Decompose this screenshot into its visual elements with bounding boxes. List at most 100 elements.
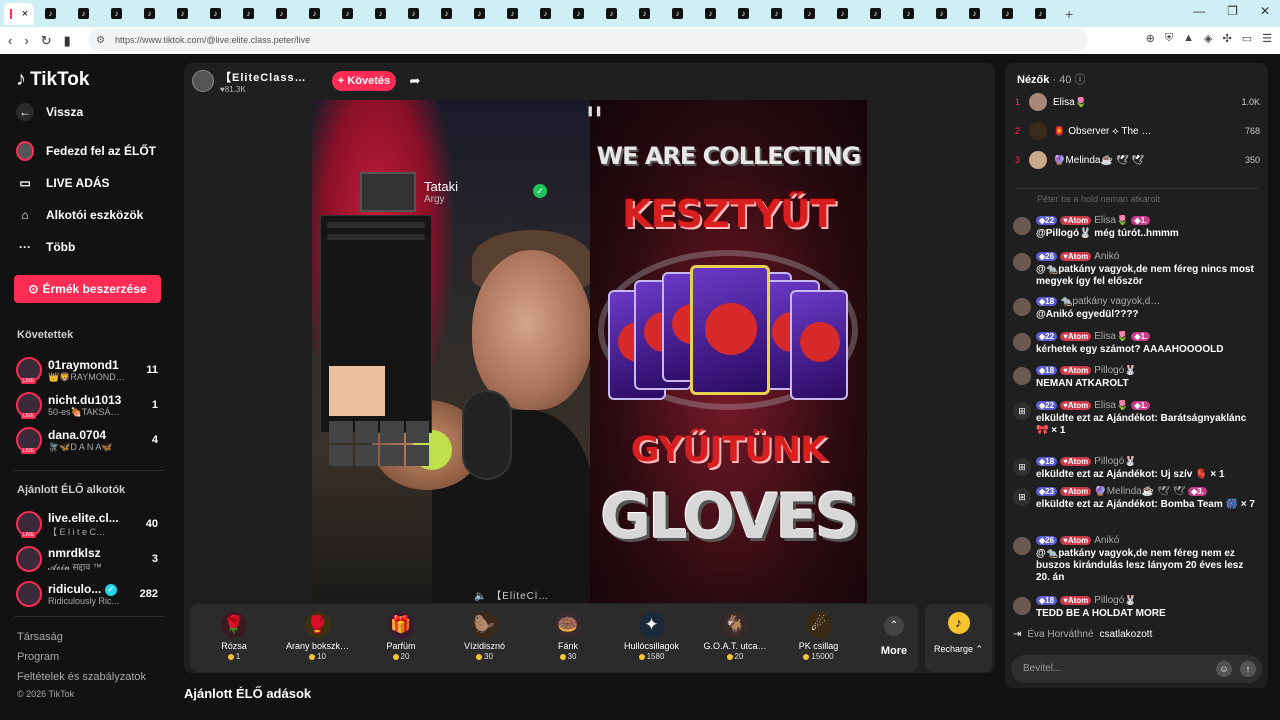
gift-item[interactable]: 🌹 Rózsa 1: [194, 612, 274, 668]
footer-link-terms[interactable]: Feltételek és szabályzatok: [17, 671, 146, 683]
suggested-account[interactable]: nmrdklsz 𝓐𝓸𝓲𝓷 सद्दाव ™ 3: [16, 543, 166, 575]
gift-item[interactable]: 🎁 Parfüm 20: [361, 612, 441, 668]
browser-tab[interactable]: ♪: [397, 3, 430, 25]
browser-tab[interactable]: ♪: [628, 3, 661, 25]
shield-icon[interactable]: ⛨: [1165, 32, 1173, 45]
chat-message[interactable]: ◆18 ♥Atom Pillogó🐰 TEDD BE A HOLDAT MORE: [1013, 595, 1258, 620]
footer-link-company[interactable]: Társaság: [17, 631, 63, 643]
mute-icon[interactable]: 🔈: [474, 591, 487, 602]
gift-item[interactable]: 🐐 G.O.A.T. utca… 20: [695, 612, 775, 668]
gift-item[interactable]: ✦ Hullócsillagok 1580: [612, 612, 692, 668]
chat-username[interactable]: Pillogó🐰: [1094, 595, 1136, 606]
recharge-button[interactable]: ♪ Recharge ⌃: [925, 604, 992, 672]
chat-username[interactable]: Pillogó🐰: [1094, 365, 1136, 376]
browser-tab[interactable]: ♪: [232, 3, 265, 25]
close-icon[interactable]: ×: [22, 8, 28, 20]
suggested-account[interactable]: LIVE live.elite.cl... 【 E l i t e C… 40: [16, 508, 166, 540]
browser-tab[interactable]: ♪: [1024, 3, 1057, 25]
get-coins-button[interactable]: ⊙ Érmék beszerzése: [14, 275, 161, 303]
followed-account[interactable]: LIVE nicht.du1013 50-es🍖TAKSÁ… 1: [16, 389, 166, 421]
browser-tab[interactable]: ♪: [529, 3, 562, 25]
browser-tab[interactable]: ♪: [496, 3, 529, 25]
share-icon[interactable]: ➦: [404, 71, 426, 91]
chat-message[interactable]: ◆18 ♥Atom Pillogó🐰 NEMAN ATKAROLT: [1013, 365, 1258, 390]
browser-tab[interactable]: ♪: [166, 3, 199, 25]
browser-tab[interactable]: ♪: [826, 3, 859, 25]
chat-message[interactable]: ◆18 🐀patkány vagyok,d… @Anikó egyedül????: [1013, 296, 1258, 321]
gift-item[interactable]: 🍩 Fánk 30: [528, 612, 608, 668]
chat-message[interactable]: ◆22 ♥Atom Elisa🌷 ◆1. @Pillogó🐰 még túrót..hm…: [1013, 215, 1258, 240]
site-settings-icon[interactable]: ⚙: [96, 35, 105, 46]
chat-username[interactable]: Pillogó🐰: [1094, 456, 1136, 467]
chat-username[interactable]: 🐀patkány vagyok,d…: [1060, 296, 1160, 307]
chat-message[interactable]: ⊞ ◆18 ♥Atom Pillogó🐰 elküldte ezt az Ajándék…: [1013, 456, 1258, 481]
follow-button[interactable]: + Követés: [332, 71, 396, 91]
bookmark-icon[interactable]: ▮: [64, 33, 71, 49]
footer-link-program[interactable]: Program: [17, 651, 59, 663]
send-icon[interactable]: ↑: [1240, 661, 1256, 677]
suggested-account[interactable]: ridiculo... ✓ Ridiculously Ric... 282: [16, 578, 166, 610]
browser-tab[interactable]: ♪: [727, 3, 760, 25]
followed-account[interactable]: LIVE dana.0704 🪰🦋D A N A🦋 4: [16, 424, 166, 456]
gift-item[interactable]: ☄ PK csillag 15000: [779, 612, 859, 668]
forward-arrow-icon[interactable]: ›: [24, 33, 28, 49]
puzzle-icon[interactable]: ✣: [1223, 32, 1232, 45]
back-link[interactable]: ← Vissza: [16, 103, 83, 121]
chat-username[interactable]: Elisa🌷: [1094, 331, 1128, 342]
browser-tab[interactable]: ♪: [34, 3, 67, 25]
chat-message[interactable]: ◆22 ♥Atom Elisa🌷 ◆1. kérhetek egy számot? AA…: [1013, 331, 1258, 356]
zoom-icon[interactable]: ⊕: [1146, 32, 1155, 45]
chat-message[interactable]: ◆26 ♥Atom Anikó @🐀patkány vagyok,de nem fér…: [1013, 251, 1258, 288]
browser-tab[interactable]: ♪: [760, 3, 793, 25]
menu-icon[interactable]: ☰: [1262, 32, 1272, 45]
chat-message[interactable]: ⊞ ◆22 ♥Atom Elisa🌷 ◆1. elküldte ezt az Ajándé…: [1013, 400, 1258, 437]
browser-tab[interactable]: ♪: [265, 3, 298, 25]
browser-tab[interactable]: ♪: [133, 3, 166, 25]
browser-tab[interactable]: ♪: [925, 3, 958, 25]
top-viewer[interactable]: 2 🏮 Observer ⟡ The … 768: [1015, 120, 1260, 142]
maximize-icon[interactable]: ❐: [1227, 4, 1238, 18]
browser-tab[interactable]: ♪: [100, 3, 133, 25]
top-viewer[interactable]: 3 🔮Melinda☕ 🕊 🕊 350: [1015, 149, 1260, 171]
chat-message[interactable]: ⊞ ◆23 ♥Atom 🔮Melinda☕ 🕊 🕊 ◆3. elküldte ezt az…: [1013, 486, 1258, 511]
minimize-icon[interactable]: —: [1193, 4, 1205, 18]
extension-icon[interactable]: ◈: [1204, 32, 1212, 45]
chat-username[interactable]: Anikó: [1094, 535, 1119, 546]
reload-icon[interactable]: ↻: [41, 33, 52, 49]
browser-tab[interactable]: ♪: [958, 3, 991, 25]
nav-explore-live[interactable]: Fedezd fel az ÉLŐT: [16, 141, 156, 161]
browser-tab[interactable]: ♪: [430, 3, 463, 25]
chat-input[interactable]: Bevitel... ☺ ↑: [1011, 655, 1262, 683]
close-window-icon[interactable]: ✕: [1260, 4, 1270, 18]
gift-item[interactable]: 🦫 Vízidisznó 30: [445, 612, 525, 668]
video-frame[interactable]: Tataki Argy ✓ WE ARE COLLECTING KESZTYŰT…: [312, 100, 867, 603]
host-info[interactable]: 【EliteClass… ♥81.3K: [192, 69, 324, 94]
chat-username[interactable]: Elisa🌷: [1094, 400, 1128, 411]
chat-username[interactable]: Elisa🌷: [1094, 215, 1128, 226]
tiktok-logo[interactable]: ♪ TikTok: [16, 68, 89, 91]
browser-tab[interactable]: ♪: [991, 3, 1024, 25]
browser-tab[interactable]: ♪: [892, 3, 925, 25]
warning-icon[interactable]: ▲: [1183, 32, 1194, 45]
info-icon[interactable]: ⓘ: [1075, 74, 1086, 86]
browser-tab[interactable]: ♪: [562, 3, 595, 25]
gift-item[interactable]: 🥊 Arany bokszk… 10: [278, 612, 358, 668]
joined-user[interactable]: Éva Horváthné: [1027, 629, 1093, 640]
nav-go-live[interactable]: ▭ LIVE ADÁS: [16, 174, 109, 192]
browser-tab[interactable]: ♪: [199, 3, 232, 25]
more-gifts-button[interactable]: ⌃ More: [870, 616, 918, 657]
browser-tab[interactable]: ♪: [694, 3, 727, 25]
new-tab-icon[interactable]: +: [1065, 6, 1073, 22]
browser-tab[interactable]: ♪: [67, 3, 100, 25]
nav-creator-tools[interactable]: ⌂ Alkotói eszközök: [16, 206, 143, 224]
address-bar[interactable]: ⚙ https://www.tiktok.com/@live.elite.cla…: [88, 29, 1088, 51]
browser-tab[interactable]: ♪: [793, 3, 826, 25]
browser-tab[interactable]: ♪: [859, 3, 892, 25]
viewers-heading[interactable]: Nézők · 40 ⓘ: [1017, 71, 1086, 87]
followed-account[interactable]: LIVE 01raymond1 👑🦁RAYMOND… 11: [16, 354, 166, 386]
browser-tab[interactable]: ♪: [364, 3, 397, 25]
emoji-icon[interactable]: ☺: [1216, 661, 1232, 677]
sidebar-icon[interactable]: ▭: [1242, 32, 1252, 45]
browser-tab[interactable]: ♪: [298, 3, 331, 25]
browser-tab[interactable]: ♪: [595, 3, 628, 25]
